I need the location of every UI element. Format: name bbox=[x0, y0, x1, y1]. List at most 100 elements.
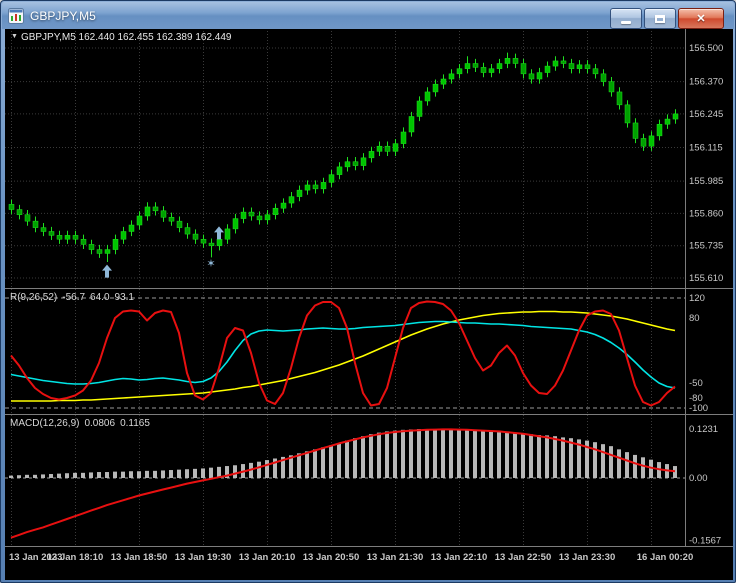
candle bbox=[400, 131, 407, 144]
price-axis-label: 155.735 bbox=[689, 241, 723, 252]
candle bbox=[208, 242, 215, 246]
macd-bar bbox=[377, 432, 381, 478]
macd-bar bbox=[313, 449, 317, 478]
macd-bar bbox=[321, 447, 325, 478]
candle bbox=[96, 249, 103, 254]
macd-value-main: 0.0806 bbox=[84, 418, 116, 429]
chart-window-icon[interactable] bbox=[8, 7, 24, 24]
ohlc-info-line: ▼ GBPJPY,M5 162.440 162.455 162.389 162.4… bbox=[11, 32, 231, 43]
macd-bar bbox=[89, 472, 93, 478]
candle bbox=[600, 73, 607, 82]
maximize-icon bbox=[655, 14, 665, 23]
candle bbox=[664, 118, 671, 125]
macd-bar bbox=[601, 444, 605, 478]
candle bbox=[592, 68, 599, 75]
macd-bar bbox=[345, 440, 349, 478]
macd-bar bbox=[361, 436, 365, 478]
price-axis-label: 155.610 bbox=[689, 273, 723, 284]
macd-axis-label: 0.00 bbox=[689, 473, 708, 484]
macd-bar bbox=[177, 469, 181, 478]
close-button[interactable]: ✕ bbox=[678, 8, 724, 29]
candle bbox=[64, 235, 71, 240]
macd-bar bbox=[201, 468, 205, 478]
candle bbox=[304, 184, 311, 191]
candle bbox=[192, 233, 199, 240]
candle bbox=[448, 73, 455, 80]
candle bbox=[216, 238, 223, 246]
macd-bar bbox=[113, 471, 117, 478]
titlebar[interactable]: GBPJPY,M5 ✕ bbox=[2, 2, 734, 29]
macd-bar bbox=[393, 430, 397, 478]
candle bbox=[88, 244, 95, 250]
price-axis-label: 156.115 bbox=[689, 142, 723, 153]
macd-bar bbox=[337, 442, 341, 478]
candle bbox=[72, 235, 79, 240]
candle bbox=[16, 209, 23, 215]
candle bbox=[632, 122, 639, 139]
macd-bar bbox=[305, 451, 309, 478]
r-axis-label: 120 bbox=[689, 293, 705, 304]
candle bbox=[608, 81, 615, 93]
macd-bar bbox=[593, 442, 597, 478]
candle bbox=[392, 143, 399, 152]
macd-bar bbox=[25, 474, 29, 478]
macd-histogram bbox=[9, 429, 677, 478]
symbol-dropdown-icon[interactable]: ▼ bbox=[11, 33, 18, 40]
window-controls: ✕ bbox=[610, 8, 724, 29]
candle bbox=[344, 161, 351, 168]
time-axis-label: 13 Jan 22:50 bbox=[495, 552, 552, 563]
candle bbox=[336, 166, 343, 175]
macd-bar bbox=[257, 461, 261, 478]
macd-bar bbox=[17, 475, 21, 478]
macd-bar bbox=[489, 431, 493, 478]
candle bbox=[152, 206, 159, 212]
candle bbox=[8, 204, 15, 210]
candle bbox=[520, 63, 527, 75]
r-axis-label: -100 bbox=[689, 403, 708, 414]
candle bbox=[112, 238, 119, 250]
candle bbox=[272, 207, 279, 215]
candle bbox=[160, 210, 167, 218]
macd-bar bbox=[433, 429, 437, 478]
time-axis-label: 13 Jan 23:30 bbox=[559, 552, 616, 563]
chart-canvas[interactable]: ✶ 156.500 156.370 156.245 156.115 155.985 155.… bbox=[5, 29, 733, 580]
candle bbox=[288, 196, 295, 204]
candle bbox=[416, 100, 423, 117]
candle bbox=[184, 227, 191, 235]
macd-bar bbox=[137, 471, 141, 478]
maximize-button[interactable] bbox=[644, 8, 676, 29]
candle bbox=[24, 214, 31, 222]
candle bbox=[360, 157, 367, 166]
window-title: GBPJPY,M5 bbox=[30, 8, 96, 23]
macd-bar bbox=[529, 434, 533, 478]
candle bbox=[168, 217, 175, 222]
candle bbox=[128, 224, 135, 232]
macd-bar bbox=[617, 449, 621, 478]
macd-bar bbox=[153, 470, 157, 478]
price-axis-label: 155.985 bbox=[689, 176, 723, 187]
macd-bar bbox=[73, 472, 77, 478]
macd-bar bbox=[633, 454, 637, 478]
candle bbox=[136, 215, 143, 226]
macd-bar bbox=[145, 470, 149, 478]
macd-bar bbox=[265, 460, 269, 478]
macd-bar bbox=[329, 445, 333, 478]
time-axis-label: 13 Jan 18:10 bbox=[47, 552, 104, 563]
candle bbox=[560, 60, 567, 64]
candle bbox=[104, 249, 111, 254]
minimize-button[interactable] bbox=[610, 8, 642, 29]
candle bbox=[584, 64, 591, 69]
candle bbox=[672, 113, 679, 120]
candle bbox=[376, 145, 383, 152]
macd-indicator-name: MACD(12,26,9) bbox=[10, 418, 80, 429]
macd-bar bbox=[129, 471, 133, 478]
macd-bar bbox=[401, 429, 405, 478]
r-axis-label: 80 bbox=[689, 313, 700, 324]
candle bbox=[504, 58, 511, 64]
macd-bar bbox=[9, 475, 13, 478]
macd-bar bbox=[505, 433, 509, 478]
macd-bar bbox=[561, 437, 565, 478]
macd-bar bbox=[553, 436, 557, 478]
candle bbox=[280, 202, 287, 209]
macd-bar bbox=[521, 433, 525, 478]
